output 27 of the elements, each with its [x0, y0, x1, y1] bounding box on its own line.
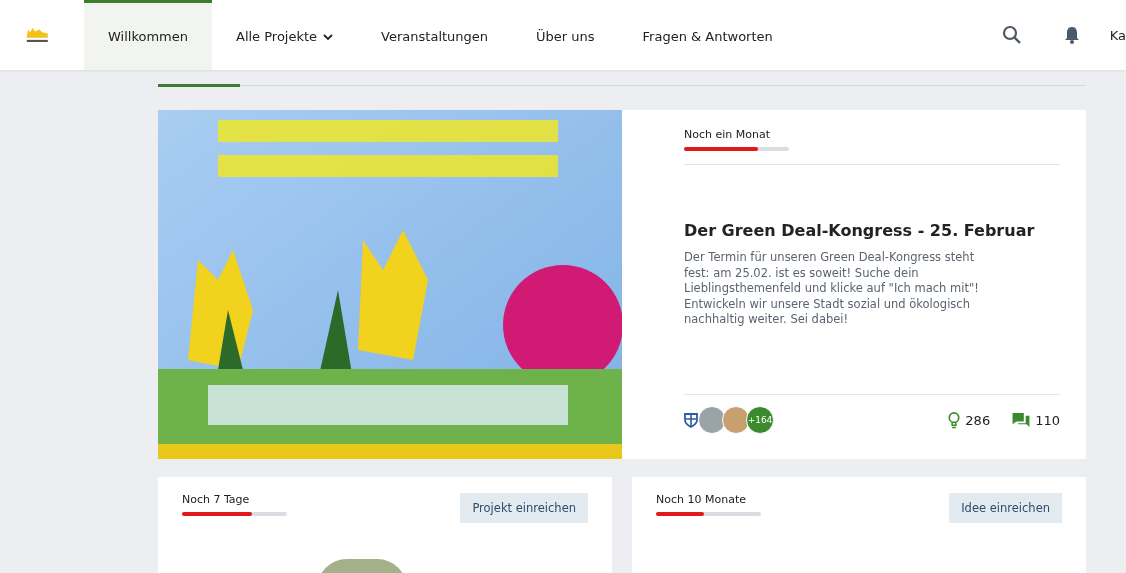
time-remaining-label: Noch ein Monat — [684, 128, 771, 141]
chevron-down-icon — [323, 33, 334, 40]
ideas-count: 286 — [965, 412, 991, 428]
avatar-placeholder — [698, 406, 726, 434]
shield-icon — [684, 412, 698, 428]
nav-tab[interactable]: Willkommen — [84, 0, 212, 70]
user-name[interactable]: Ka — [1109, 27, 1126, 43]
nav-tab[interactable]: Fragen & Antworten — [618, 0, 797, 70]
comments-icon — [1012, 412, 1031, 428]
time-remaining-label: Noch 7 Tage — [182, 493, 251, 506]
avatar-placeholder — [722, 406, 750, 434]
nav-tab[interactable]: Veranstaltungen — [357, 0, 513, 70]
search-icon[interactable] — [1001, 25, 1022, 45]
bell-icon[interactable] — [1063, 26, 1080, 44]
project-card[interactable]: Noch 7 Tage Projekt einreichen — [158, 477, 612, 573]
nav-tab[interactable]: Alle Projekte — [212, 0, 358, 70]
submit-button[interactable]: Idee einreichen — [949, 493, 1062, 523]
more-participants-badge: +164 — [746, 406, 774, 434]
featured-project-card[interactable] — [158, 110, 1086, 459]
submit-button[interactable]: Projekt einreichen — [460, 493, 588, 523]
project-title[interactable]: Der Green Deal-Kongress - 25. Februar — [684, 221, 1060, 240]
comments-count: 110 — [1035, 412, 1060, 428]
nav-tab[interactable]: Über uns — [512, 0, 619, 70]
lightbulb-icon — [948, 411, 961, 429]
project-card[interactable]: Noch 10 Monate Idee einreichen — [632, 477, 1086, 573]
project-description: Der Termin für unseren Green Deal-Kongress steht fest: am 25.02. ist es soweit! Suche dein Lieblingsthemenfeld und klicke auf "Ich mach mit"! Entwickeln wir unsere Stadt sozial und ökologisch nachhaltig weiter. Sei dabei! — [684, 250, 980, 328]
time-remaining-label: Noch 10 Monate — [656, 493, 747, 506]
